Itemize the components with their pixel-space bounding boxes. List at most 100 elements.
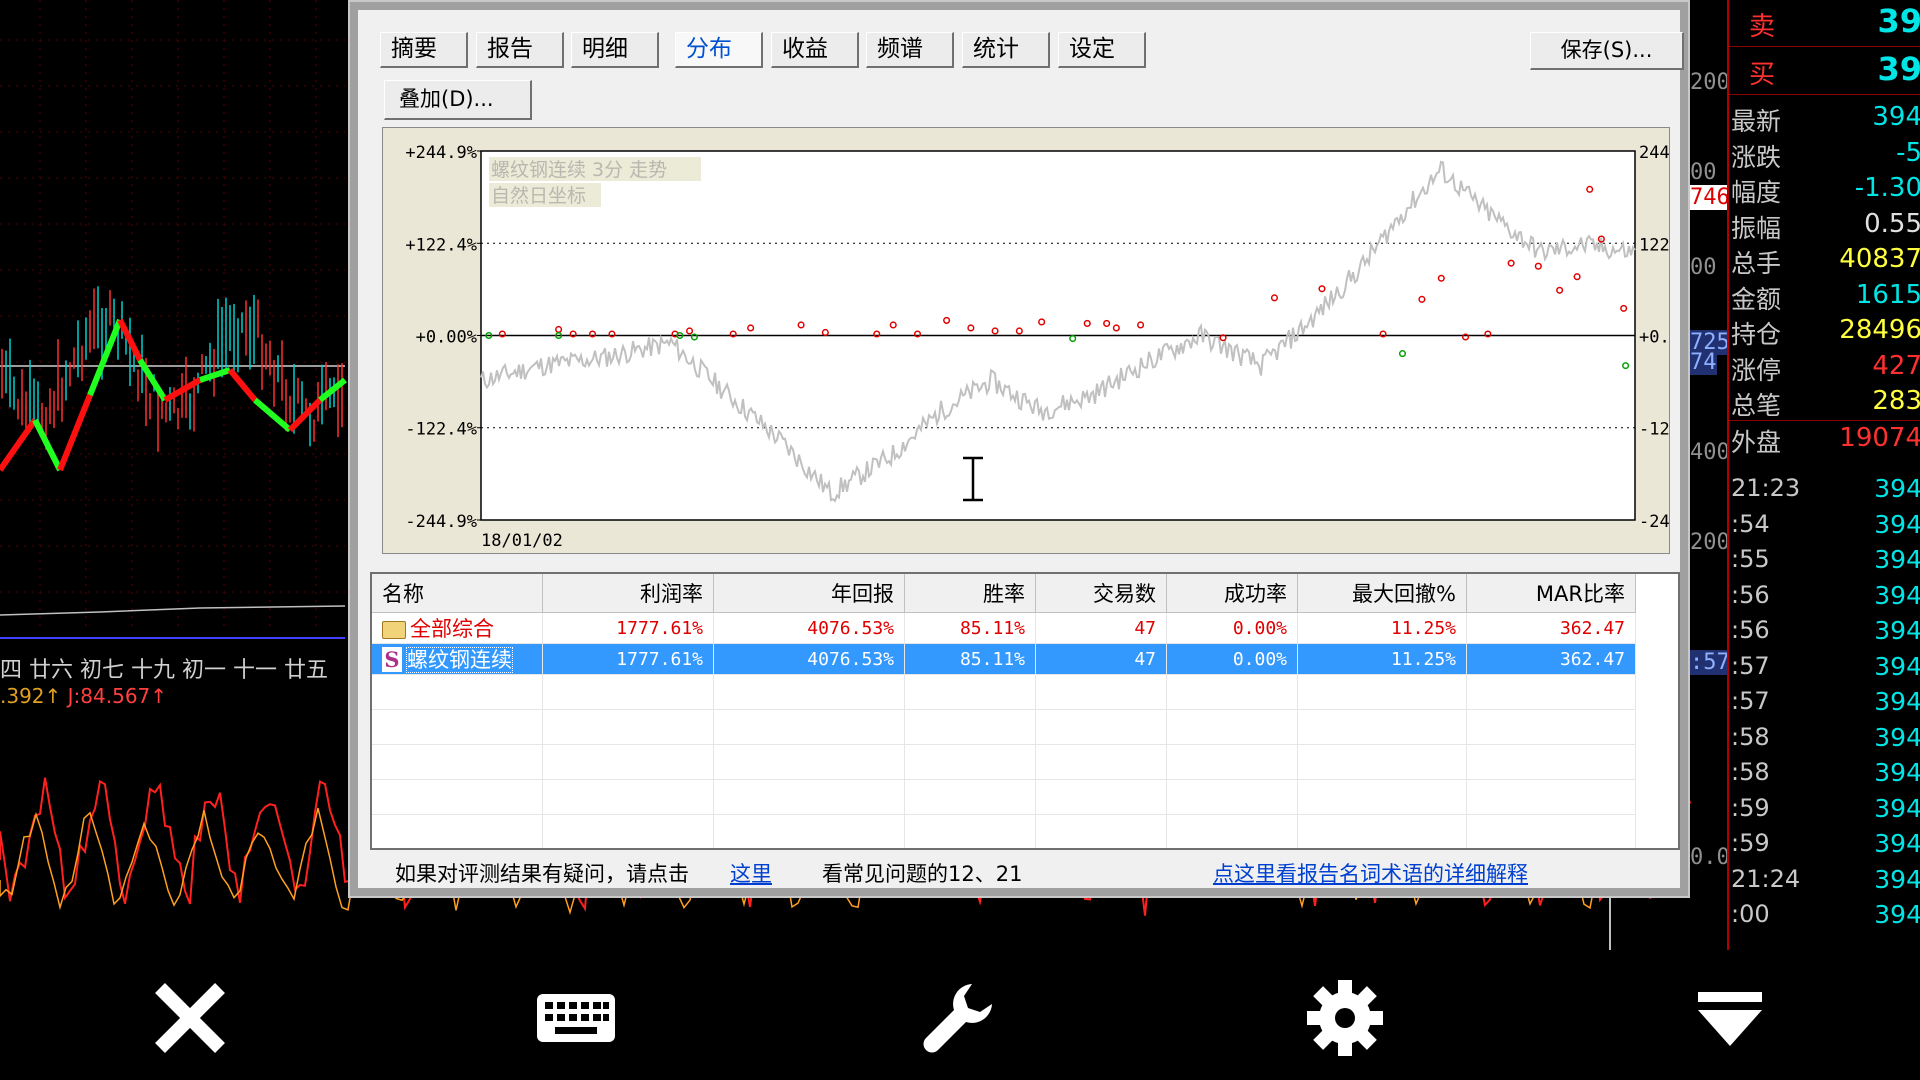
empty-cell [372, 674, 543, 710]
tick-time: :00 [1731, 900, 1770, 928]
tick-row: 21:23 394 [1729, 472, 1920, 508]
tab-1[interactable]: 摘要 [380, 32, 468, 68]
column-header[interactable]: 利润率 [542, 574, 714, 613]
download-icon[interactable] [1690, 978, 1770, 1058]
empty-cell [904, 779, 1036, 815]
left-axis-tick: -244.9% [405, 512, 477, 532]
empty-row [372, 744, 1636, 780]
axis-tick-label: 400 [1690, 440, 1730, 465]
row-name: 螺纹钢连续 [406, 647, 513, 673]
empty-row [372, 674, 1636, 710]
table-cell: 4076.53% [713, 643, 905, 675]
tick-row: :54 394 [1729, 508, 1920, 544]
tick-price: 394 [1874, 545, 1920, 574]
empty-cell [542, 674, 714, 710]
empty-cell [372, 779, 543, 815]
results-table[interactable]: 名称 利润率 年回报 胜率 交易数 成功率 最大回撤% MAR比率 全部综合 1777.61% 4… [370, 572, 1680, 850]
overlay-button[interactable]: 叠加(D)... [384, 80, 532, 120]
tab-2[interactable]: 报告 [476, 32, 564, 68]
tick-time: :58 [1731, 722, 1770, 751]
quote-label: 最新 [1731, 107, 1782, 136]
tab-7[interactable]: 统计 [962, 32, 1050, 68]
empty-cell [1466, 709, 1636, 745]
axis-tick-label: 0.0 [1690, 845, 1730, 870]
quote-value: 19074 [1839, 422, 1920, 453]
tab-8[interactable]: 设定 [1058, 32, 1146, 68]
column-header[interactable]: 最大回撤% [1297, 574, 1467, 613]
save-button[interactable]: 保存(S)... [1530, 32, 1684, 70]
tab-6[interactable]: 频谱 [866, 32, 954, 68]
row-name: 全部综合 [410, 617, 494, 641]
table-row[interactable]: 全部综合 1777.61% 4076.53% 85.11% 47 0.00% 11.25% 3… [372, 612, 1636, 644]
close-icon[interactable] [150, 978, 230, 1058]
tab-4[interactable]: 分布 [675, 32, 763, 68]
quote-value: 394 [1872, 102, 1920, 132]
empty-cell [372, 814, 543, 848]
column-header[interactable]: MAR比率 [1466, 574, 1636, 613]
quote-value: 427 [1872, 350, 1920, 381]
gear-icon[interactable] [1305, 978, 1385, 1058]
column-header[interactable]: 交易数 [1035, 574, 1167, 613]
tick-price: 394 [1874, 509, 1920, 539]
empty-cell [904, 744, 1036, 780]
left-axis-tick: +122.4% [405, 235, 477, 255]
right-axis-tick: 24490 [1639, 143, 1669, 163]
empty-cell [1035, 709, 1167, 745]
quote-row: 金额 1615 [1729, 278, 1920, 314]
buy-label: 买 [1749, 60, 1776, 90]
right-axis-tick: -12245 [1639, 420, 1669, 440]
quote-value: 1615 [1855, 279, 1920, 310]
axis-tick-label: 200 [1690, 530, 1730, 555]
table-cell: 11.25% [1297, 612, 1467, 644]
empty-cell [1466, 674, 1636, 710]
tab-3[interactable]: 明细 [571, 32, 659, 68]
empty-cell [542, 744, 714, 780]
empty-cell [1466, 814, 1636, 848]
glossary-link[interactable]: 点这里看报告名词术语的详细解释 [1213, 858, 1528, 888]
tick-row: :55 394 [1729, 543, 1920, 579]
table-cell: 4076.53% [713, 612, 905, 644]
quote-row: 涨停 427 [1729, 349, 1920, 385]
empty-cell [542, 814, 714, 848]
left-axis-tick: -122.4% [405, 420, 477, 440]
quote-label: 外盘 [1731, 427, 1782, 457]
tick-time: :56 [1731, 616, 1770, 644]
empty-cell [1297, 779, 1467, 815]
tab-5[interactable]: 收益 [771, 32, 859, 68]
tick-price: 394 [1874, 616, 1920, 645]
quote-value: 28496 [1839, 315, 1920, 345]
table-cell: 85.11% [904, 643, 1036, 675]
distribution-chart: +244.9% +122.4% +0.00% -122.4% -244.9% 24490 1… [382, 127, 1670, 554]
quote-label: 总手 [1731, 249, 1782, 278]
wrench-icon[interactable] [920, 978, 1000, 1058]
faq-link[interactable]: 这里 [730, 858, 772, 888]
keyboard-icon[interactable] [535, 978, 617, 1058]
empty-cell [1297, 814, 1467, 848]
left-axis-tick: +244.9% [405, 143, 477, 163]
empty-cell [542, 779, 714, 815]
tick-time: :59 [1731, 793, 1770, 822]
tick-row: :59 394 [1729, 827, 1920, 863]
axis-tick-label: 74 [1690, 350, 1717, 375]
tick-time: :57 [1731, 651, 1770, 680]
tick-price: 394 [1874, 580, 1920, 610]
tick-price: 394 [1874, 758, 1920, 787]
buy-row: 买 39 [1729, 48, 1920, 95]
column-header[interactable]: 名称 [372, 574, 543, 613]
tick-row: :00 394 [1729, 898, 1920, 934]
tick-time: :58 [1731, 758, 1770, 786]
column-header[interactable]: 成功率 [1166, 574, 1298, 613]
table-cell: 362.47 [1466, 612, 1636, 644]
empty-cell [372, 709, 543, 745]
tick-price: 394 [1874, 474, 1920, 503]
quote-label: 金额 [1731, 284, 1782, 314]
axis-tick-label: 00 [1690, 160, 1717, 185]
table-cell: 0.00% [1166, 612, 1298, 644]
tick-time: 21:24 [1731, 864, 1801, 893]
column-header[interactable]: 胜率 [904, 574, 1036, 613]
x-start-label: 18/01/02 [481, 531, 563, 551]
table-row[interactable]: S 螺纹钢连续 1777.61% 4076.53% 85.11% 47 0.00% 11.25… [372, 643, 1636, 675]
empty-cell [1035, 674, 1167, 710]
tick-price: 394 [1874, 651, 1920, 681]
column-header[interactable]: 年回报 [713, 574, 905, 613]
